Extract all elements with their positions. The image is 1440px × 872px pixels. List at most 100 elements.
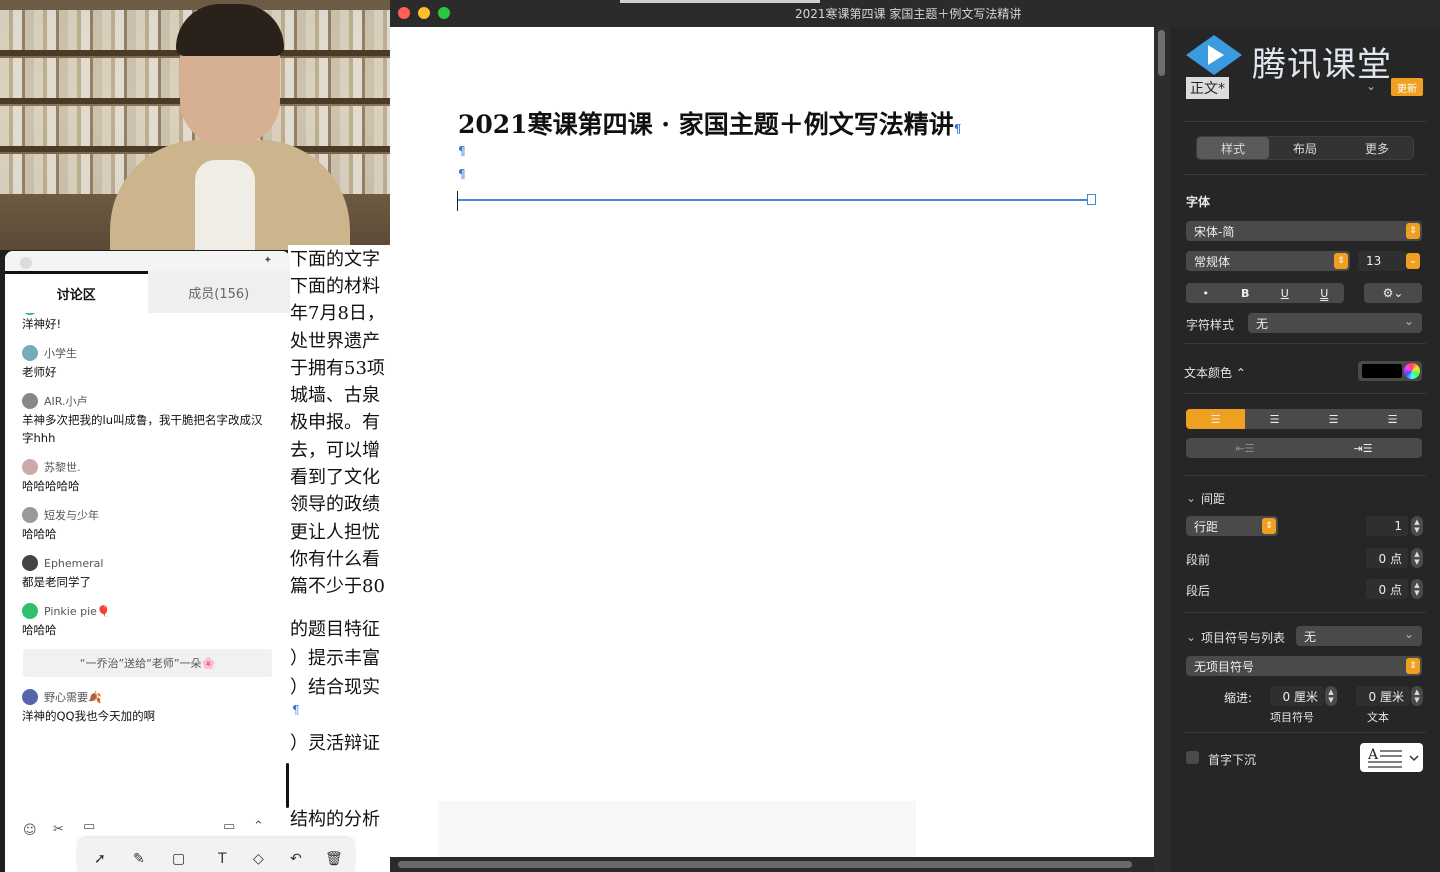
text-color-well[interactable] <box>1358 361 1422 381</box>
document-text-line: 去，可以增 <box>290 440 380 461</box>
scissors-icon[interactable]: ✂ <box>53 822 64 837</box>
increase-indent-icon[interactable]: ⇥☰ <box>1304 438 1422 458</box>
font-size-field[interactable]: 13 <box>1358 251 1406 271</box>
image-icon[interactable]: ▭ <box>83 819 95 834</box>
message-user[interactable]: Ephemeral <box>22 553 290 573</box>
space-after-stepper[interactable]: ▲ ▼ <box>1411 579 1423 599</box>
trash-icon[interactable]: 🗑 <box>325 851 343 867</box>
avatar[interactable] <box>22 459 38 475</box>
chevron-down-icon[interactable]: ⌄ <box>1366 79 1376 93</box>
line-spacing-field[interactable]: 1 <box>1366 516 1408 536</box>
screenshot-icon[interactable]: ▭ <box>223 819 235 834</box>
dropcap-style-button[interactable]: A <box>1360 743 1423 772</box>
tab-more[interactable]: 更多 <box>1341 137 1413 159</box>
rule-handle-icon[interactable] <box>1087 194 1096 205</box>
bullet-button[interactable]: • <box>1186 283 1226 303</box>
char-style-select[interactable]: 无 ⌄ <box>1248 313 1422 333</box>
close-dot[interactable] <box>20 257 32 269</box>
document-text-line: 极申报。有 <box>290 412 380 433</box>
bullet-type-select[interactable]: 无项目符号 ⇕ <box>1186 656 1422 676</box>
bullet-indent-stepper[interactable]: ▲ ▼ <box>1325 686 1337 706</box>
underline-button[interactable]: U <box>1265 283 1305 303</box>
minimize-window-button[interactable] <box>418 7 430 19</box>
list-style-select[interactable]: 无 ⌄ <box>1296 626 1422 646</box>
paragraph-style-name[interactable]: 正文* <box>1186 77 1229 99</box>
align-right-icon[interactable]: ☰ <box>1304 409 1363 429</box>
space-before-stepper[interactable]: ▲ ▼ <box>1411 548 1423 568</box>
tab-layout[interactable]: 布局 <box>1269 137 1341 159</box>
shape-icon[interactable]: ▢ <box>172 851 185 867</box>
tab-discussion[interactable]: 讨论区 <box>5 271 148 313</box>
bullet-indent-field[interactable]: 0 厘米 <box>1270 686 1324 706</box>
emoji-icon[interactable]: ☺ <box>23 823 37 838</box>
bold-button[interactable]: B <box>1226 283 1266 303</box>
text-caret <box>457 191 458 211</box>
text-tool-icon[interactable]: T <box>218 851 227 867</box>
chat-topbar: ✦ <box>5 251 290 271</box>
space-before-field[interactable]: 0 点 <box>1366 548 1408 568</box>
document-heading[interactable]: 2021寒课第四课 · 家国主题＋例文写法精讲¶ <box>458 105 961 141</box>
pen-icon[interactable]: ✎ <box>133 851 145 867</box>
chevron-up-icon[interactable]: ⌃ <box>253 819 264 834</box>
font-family-select[interactable]: 宋体-简 ⇕ <box>1186 221 1422 241</box>
align-left-icon[interactable]: ☰ <box>1186 409 1245 429</box>
scroll-thumb[interactable] <box>398 861 1132 868</box>
text-indent-stepper[interactable]: ▲ ▼ <box>1411 686 1423 706</box>
chevron-down-icon[interactable]: ⌄ <box>1186 491 1196 505</box>
font-weight-select[interactable]: 常规体 ⇕ <box>1186 251 1350 271</box>
tab-members[interactable]: 成员(156) <box>147 271 290 313</box>
undo-icon[interactable]: ↶ <box>290 851 302 867</box>
avatar[interactable] <box>22 507 38 523</box>
message-user[interactable]: AIR.小卢 <box>22 391 290 411</box>
document-text-line: 结构的分析 <box>290 809 380 830</box>
horizontal-rule[interactable] <box>458 199 1090 201</box>
double-underline-button[interactable]: U <box>1305 283 1345 303</box>
close-window-button[interactable] <box>398 7 410 19</box>
avatar[interactable] <box>22 603 38 619</box>
scroll-thumb[interactable] <box>1158 30 1165 76</box>
align-center-icon[interactable]: ☰ <box>1245 409 1304 429</box>
decrease-indent-icon[interactable]: ⇤☰ <box>1186 438 1304 458</box>
avatar[interactable] <box>22 555 38 571</box>
avatar[interactable] <box>22 689 38 705</box>
chat-message-list[interactable]: 洋神好! 小学生 老师好 AIR.小卢 羊神多次把我的lu叫成鲁，我干脆把名字改成汉字h… <box>5 313 290 813</box>
font-size-stepper[interactable]: ⌄ <box>1406 253 1420 269</box>
text-options-button[interactable]: ⚙⌄ <box>1364 283 1422 303</box>
color-wheel-icon[interactable] <box>1404 363 1420 379</box>
eraser-icon[interactable]: ◇ <box>253 851 264 867</box>
document-canvas[interactable]: 2021寒课第四课 · 家国主题＋例文写法精讲¶ ¶ ¶ <box>390 27 1154 857</box>
document-text-line: 篇不少于80 <box>290 576 385 597</box>
avatar[interactable] <box>22 393 38 409</box>
message-user[interactable]: 小学生 <box>22 343 290 363</box>
popup-arrows-icon: ⇕ <box>1406 658 1420 674</box>
avatar[interactable] <box>22 345 38 361</box>
font-section-label: 字体 <box>1186 195 1211 209</box>
message-user[interactable]: 短发与少年 <box>22 505 290 525</box>
svg-text:A: A <box>1367 747 1379 763</box>
text-indent-field[interactable]: 0 厘米 <box>1356 686 1410 706</box>
message-user[interactable]: 苏黎世. <box>22 457 290 477</box>
line-spacing-stepper[interactable]: ▲ ▼ <box>1411 516 1423 536</box>
document-text-line: 你有什么看 <box>290 549 380 570</box>
message-username: 苏黎世. <box>44 461 81 474</box>
dropcap-checkbox[interactable] <box>1186 751 1199 764</box>
pin-icon[interactable]: ✦ <box>264 255 272 266</box>
tab-style[interactable]: 样式 <box>1197 137 1269 159</box>
line-spacing-select[interactable]: 行距 ⇕ <box>1186 516 1278 536</box>
message-username: Ephemeral <box>44 556 104 570</box>
message-user[interactable]: Pinkie pie🎈 <box>22 601 290 621</box>
pointer-icon[interactable]: ➚ <box>94 851 106 867</box>
horizontal-scrollbar[interactable] <box>390 857 1154 872</box>
message-user[interactable]: 野心需要🍂 <box>22 687 290 707</box>
chat-scrollbar[interactable] <box>286 763 289 808</box>
zoom-window-button[interactable] <box>438 7 450 19</box>
space-after-field[interactable]: 0 点 <box>1366 579 1408 599</box>
chevron-down-icon[interactable]: ⌄ <box>1186 630 1196 644</box>
message-username: 野心需要🍂 <box>44 691 102 704</box>
vertical-scrollbar[interactable] <box>1154 27 1170 872</box>
alignment-buttons: ☰ ☰ ☰ ☰ <box>1186 409 1422 429</box>
update-button[interactable]: 更新 <box>1391 78 1423 96</box>
align-justify-icon[interactable]: ☰ <box>1363 409 1422 429</box>
text-format-buttons: • B U U <box>1186 283 1344 303</box>
message-text: 老师好 <box>22 365 57 379</box>
